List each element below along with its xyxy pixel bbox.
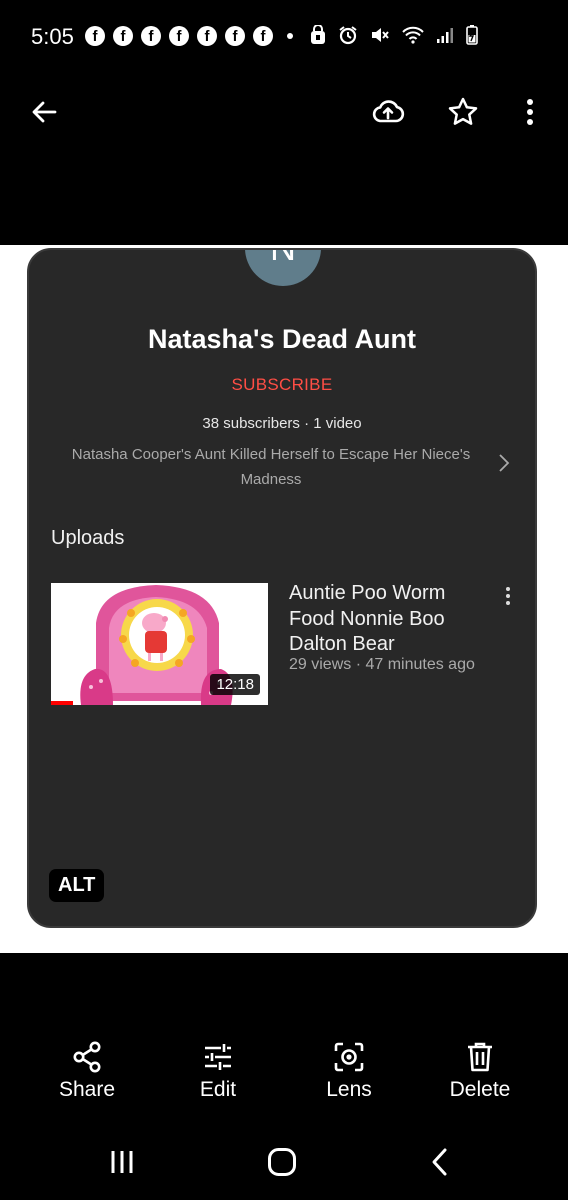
star-icon[interactable] (441, 90, 485, 134)
edit-button[interactable]: Edit (163, 1040, 273, 1102)
watch-progress-bar (51, 701, 73, 705)
system-icons (310, 25, 478, 45)
video-meta: 29 views · 47 minutes ago (289, 656, 475, 673)
trash-icon (468, 1042, 492, 1072)
video-more-icon (505, 586, 511, 611)
photo-viewer-image[interactable]: N Natasha's Dead Aunt SUBSCRIBE 38 subsc… (0, 245, 568, 953)
facebook-icon: f (225, 26, 245, 46)
uploads-heading: Uploads (51, 527, 125, 549)
subscribe-button: SUBSCRIBE (231, 375, 333, 394)
channel-stats: 38 subscribers · 1 video (202, 415, 362, 432)
lens-icon (334, 1042, 364, 1072)
facebook-icon: f (197, 26, 217, 46)
home-icon[interactable] (252, 1140, 312, 1184)
lens-label: Lens (326, 1078, 372, 1101)
status-time: 5:05 (31, 24, 74, 49)
more-vert-icon[interactable] (508, 90, 552, 134)
lens-button[interactable]: Lens (294, 1040, 404, 1102)
more-notifications-dot (287, 33, 293, 39)
video-duration: 12:18 (210, 674, 260, 695)
mute-icon (372, 28, 389, 42)
back-arrow-icon[interactable] (22, 90, 66, 134)
signal-icon (437, 28, 453, 43)
facebook-icon: f (85, 26, 105, 46)
share-label: Share (58, 1078, 116, 1101)
system-navigation-bar (0, 1130, 568, 1200)
facebook-icon: f (253, 26, 273, 46)
wifi-icon (402, 26, 424, 44)
facebook-icon: f (169, 26, 189, 46)
viewer-top-bar (0, 76, 568, 148)
tune-icon (205, 1044, 231, 1070)
channel-name: Natasha's Dead Aunt (148, 324, 416, 354)
channel-description: Natasha Cooper's Aunt Killed Herself to … (71, 446, 471, 488)
chevron-right-icon (497, 452, 511, 479)
delete-button[interactable]: Delete (425, 1040, 535, 1102)
alt-text-badge: ALT (49, 869, 105, 902)
edit-label: Edit (199, 1078, 237, 1101)
share-icon (73, 1041, 101, 1073)
delete-label: Delete (449, 1078, 511, 1101)
facebook-icon: f (141, 26, 161, 46)
recents-icon[interactable] (92, 1140, 152, 1184)
facebook-icon: f (113, 26, 133, 46)
video-thumbnail: 12:18 (51, 583, 268, 705)
notification-icons: f f f f f f f (85, 26, 293, 46)
share-button[interactable]: Share (32, 1040, 142, 1102)
cloud-upload-icon[interactable] (366, 90, 410, 134)
photo-actions-bar: Share Edit Lens Delete (0, 1040, 568, 1120)
channel-avatar: N (245, 250, 321, 286)
status-bar: 5:05 f f f f f f f (0, 0, 568, 76)
video-title: Auntie Poo Worm Food Nonnie Boo Dalton B… (289, 582, 446, 655)
battery-charging-icon (466, 25, 478, 45)
channel-card: N Natasha's Dead Aunt SUBSCRIBE 38 subsc… (27, 248, 537, 928)
alarm-icon (339, 26, 357, 45)
secure-folder-icon (311, 25, 325, 44)
back-icon[interactable] (410, 1140, 470, 1184)
